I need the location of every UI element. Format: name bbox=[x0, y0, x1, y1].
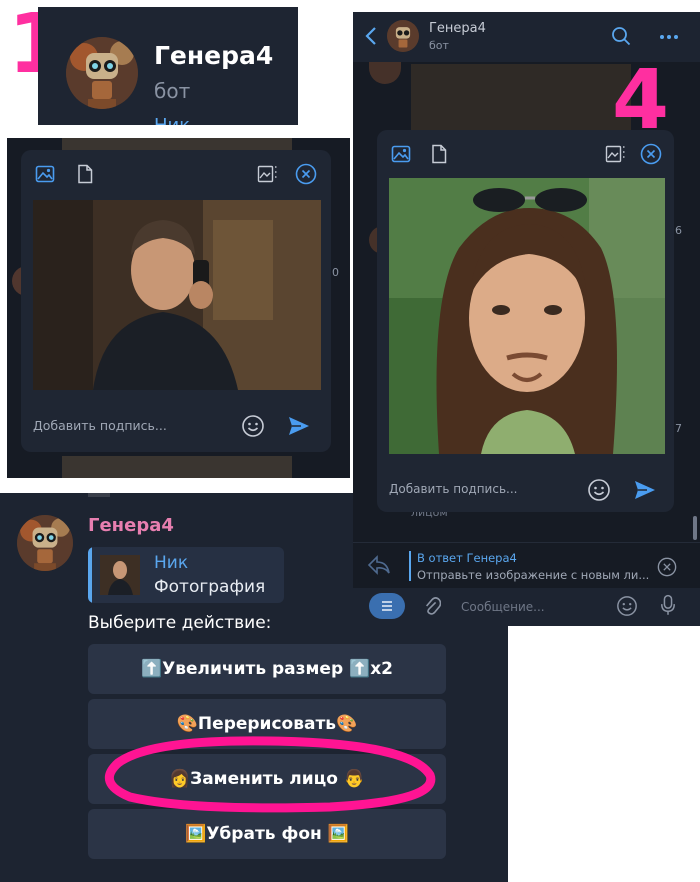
side-digit: 0 bbox=[332, 266, 339, 279]
side-digit-7: 7 bbox=[675, 422, 682, 435]
panel-send-dialog: 0 Добавить подпись... bbox=[7, 138, 350, 478]
bot-name: Генера4 bbox=[154, 41, 274, 70]
emoji-icon[interactable] bbox=[241, 414, 265, 438]
compress-icon[interactable] bbox=[257, 164, 279, 184]
bg-avatar-top bbox=[369, 62, 401, 84]
reply-preview: Отправьте изображение с новым ли... bbox=[417, 568, 650, 582]
send-icon[interactable] bbox=[633, 478, 657, 502]
reply-thumbnail bbox=[100, 555, 140, 595]
reply-arrow-icon bbox=[367, 555, 390, 575]
caption-input[interactable]: Добавить подпись... bbox=[389, 482, 517, 496]
reply-bar-area: В ответ Генера4 Отправьте изображение с … bbox=[353, 542, 700, 587]
chat-title: Генера4 bbox=[429, 21, 486, 36]
top-fragment bbox=[88, 493, 110, 497]
chat-avatar[interactable] bbox=[387, 20, 419, 52]
panel-header: Генера4 бот Ник bbox=[38, 7, 298, 125]
scrollbar[interactable] bbox=[693, 516, 697, 540]
send-dialog-card-large: Добавить подпись... bbox=[377, 130, 674, 512]
label-number-4: 4 bbox=[612, 53, 670, 148]
cancel-reply-icon[interactable] bbox=[657, 557, 677, 577]
input-bar: Сообщение... bbox=[353, 588, 700, 626]
photo-icon[interactable] bbox=[391, 144, 411, 164]
file-icon[interactable] bbox=[75, 164, 95, 184]
reply-quote[interactable]: Ник Фотография bbox=[88, 547, 284, 603]
prompt-text: Выберите действие: bbox=[88, 613, 272, 633]
side-digit-6: 6 bbox=[675, 224, 682, 237]
menu-button[interactable] bbox=[369, 593, 405, 619]
emoji-icon[interactable] bbox=[587, 478, 611, 502]
action-button-remove-bg[interactable]: 🖼️Убрать фон 🖼️ bbox=[88, 809, 446, 859]
attach-icon[interactable] bbox=[423, 595, 441, 617]
caption-input[interactable]: Добавить подпись... bbox=[33, 418, 167, 433]
search-icon[interactable] bbox=[611, 26, 631, 46]
reply-bar bbox=[88, 547, 92, 603]
bot-status: бот bbox=[154, 79, 191, 103]
back-chevron-icon[interactable] bbox=[365, 26, 377, 46]
peek-name: Ник bbox=[154, 115, 190, 125]
action-button-upscale[interactable]: ⬆️Увеличить размер ⬆️x2 bbox=[88, 644, 446, 694]
reply-label: В ответ Генера4 bbox=[417, 551, 517, 565]
chat-subtitle: бот bbox=[429, 39, 449, 52]
attached-photo bbox=[33, 200, 321, 390]
emoji-icon[interactable] bbox=[616, 595, 638, 617]
reply-name: Ник bbox=[154, 553, 189, 573]
reply-accent bbox=[409, 551, 411, 581]
menu-icon bbox=[382, 601, 392, 611]
action-button-face-swap[interactable]: 👩Заменить лицо 👨 bbox=[88, 754, 446, 804]
reply-text: Фотография bbox=[154, 577, 266, 597]
sender-avatar[interactable] bbox=[17, 515, 73, 571]
more-icon[interactable] bbox=[659, 34, 679, 40]
file-icon[interactable] bbox=[429, 144, 449, 164]
close-circle-icon[interactable] bbox=[295, 163, 317, 185]
message-input[interactable]: Сообщение... bbox=[461, 600, 545, 614]
microphone-icon[interactable] bbox=[660, 594, 676, 616]
bg-strip-bottom bbox=[62, 456, 292, 478]
bg-photo-fragment bbox=[411, 64, 631, 134]
sender-name[interactable]: Генера4 bbox=[88, 515, 174, 536]
action-button-redraw[interactable]: 🎨Перерисовать🎨 bbox=[88, 699, 446, 749]
photo-icon[interactable] bbox=[35, 164, 55, 184]
bot-avatar[interactable] bbox=[66, 37, 138, 109]
send-dialog-card: Добавить подпись... bbox=[21, 150, 331, 452]
new-face-photo bbox=[389, 178, 665, 454]
send-icon[interactable] bbox=[287, 414, 311, 438]
